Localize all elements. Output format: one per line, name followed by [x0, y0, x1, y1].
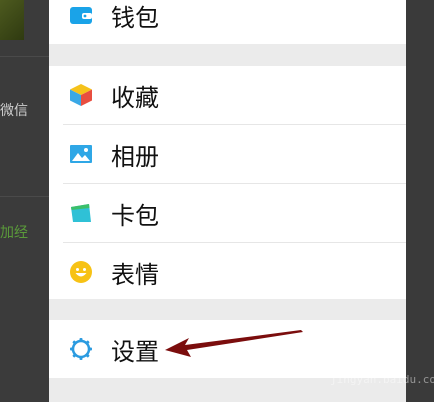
- menu-group-content: 收藏 相册 卡包 表情: [49, 66, 406, 299]
- wallet-icon: [69, 3, 93, 27]
- background-add-label: 加经: [0, 225, 28, 241]
- annotation-arrow: [165, 330, 303, 357]
- background-divider: [0, 196, 49, 197]
- menu-item-stickers[interactable]: 表情: [49, 243, 406, 301]
- album-icon: [69, 142, 93, 166]
- menu-item-label: 设置: [111, 337, 159, 366]
- baidu-watermark-url: jingyan.baidu.com: [330, 373, 434, 386]
- background-thumbnail: [0, 0, 24, 40]
- menu-item-label: 收藏: [111, 83, 159, 112]
- menu-item-label: 相册: [111, 142, 159, 171]
- menu-item-card-package[interactable]: 卡包: [49, 184, 406, 242]
- settings-gear-icon: [69, 337, 93, 361]
- menu-item-label: 表情: [111, 260, 159, 289]
- background-divider: [0, 56, 49, 57]
- sticker-smiley-icon: [69, 260, 93, 284]
- menu-item-wallet[interactable]: 钱包: [49, 0, 406, 44]
- menu-item-label: 钱包: [111, 3, 159, 32]
- menu-item-label: 卡包: [111, 201, 159, 230]
- background-app-right: [406, 0, 434, 402]
- card-package-icon: [69, 201, 93, 225]
- menu-item-favorites[interactable]: 收藏: [49, 66, 406, 124]
- background-wechat-label: 微信: [0, 103, 28, 119]
- menu-group-wallet: 钱包: [49, 0, 406, 44]
- menu-item-album[interactable]: 相册: [49, 125, 406, 183]
- background-app: 微信 加经: [0, 0, 49, 402]
- favorites-cube-icon: [69, 83, 93, 107]
